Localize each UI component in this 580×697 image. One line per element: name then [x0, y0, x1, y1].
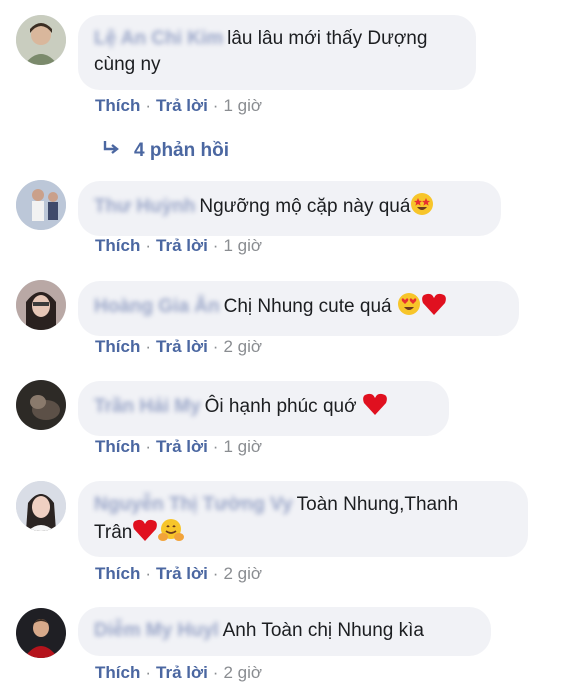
timestamp[interactable]: 1 giờ [223, 236, 262, 255]
heart-eyes-emoji [397, 292, 421, 324]
separator: · [212, 437, 219, 456]
separator: · [212, 236, 219, 255]
reply-link[interactable]: Trả lời [156, 236, 208, 255]
comment-text: Trân [94, 522, 133, 543]
comment-bubble: Hoàng Gia Ân Chị Nhung cute quá [78, 281, 519, 336]
reply-link[interactable]: Trả lời [156, 337, 208, 356]
commenter-name[interactable]: Diễm My Huyl [94, 620, 219, 641]
comment-text: Anh Toàn chị Nhung kìa [222, 620, 424, 641]
view-replies-link[interactable]: 4 phản hồi [102, 140, 229, 162]
comment-text: Ngưỡng mộ cặp này quá [199, 196, 411, 217]
red-heart-emoji [362, 392, 388, 424]
comment-actions: Thích · Trả lời · 2 giờ [95, 663, 262, 683]
avatar[interactable] [16, 15, 66, 65]
separator: · [145, 337, 152, 356]
timestamp[interactable]: 2 giờ [223, 337, 262, 356]
comment-actions: Thích · Trả lời · 1 giờ [95, 437, 262, 457]
comment-bubble: Nguyễn Thị Tường Vy Toàn Nhung,Thanh Trân [78, 481, 528, 557]
separator: · [212, 663, 219, 682]
hugging-face-emoji [158, 518, 185, 550]
timestamp[interactable]: 1 giờ [223, 437, 262, 456]
comment-bubble: Diễm My Huyl Anh Toàn chị Nhung kìa [78, 607, 491, 656]
timestamp[interactable]: 2 giờ [223, 564, 262, 583]
comment-actions: Thích · Trả lời · 2 giờ [95, 564, 262, 584]
reply-link[interactable]: Trả lời [156, 663, 208, 682]
like-link[interactable]: Thích [95, 663, 140, 682]
separator: · [212, 96, 219, 115]
separator: · [145, 437, 152, 456]
reply-link[interactable]: Trả lời [156, 564, 208, 583]
red-heart-emoji [132, 518, 158, 550]
like-link[interactable]: Thích [95, 437, 140, 456]
avatar[interactable] [16, 481, 66, 531]
reply-link[interactable]: Trả lời [156, 437, 208, 456]
comment-actions: Thích · Trả lời · 1 giờ [95, 236, 262, 256]
separator: · [145, 236, 152, 255]
commenter-name[interactable]: Hoàng Gia Ân [94, 296, 220, 317]
comment-text: Chị Nhung cute quá [223, 296, 392, 317]
comment-bubble: Lệ An Chi Kim lâu lâu mới thấy Dượng cùng… [78, 15, 476, 90]
reply-arrow-icon [102, 140, 120, 162]
like-link[interactable]: Thích [95, 96, 140, 115]
avatar[interactable] [16, 180, 66, 230]
avatar[interactable] [16, 608, 66, 658]
separator: · [212, 564, 219, 583]
comment-actions: Thích · Trả lời · 2 giờ [95, 337, 262, 357]
comment-bubble: Trần Hải My Ôi hạnh phúc quớ [78, 381, 449, 436]
red-heart-emoji [421, 292, 447, 324]
timestamp[interactable]: 2 giờ [223, 663, 262, 682]
commenter-name[interactable]: Nguyễn Thị Tường Vy [94, 494, 293, 515]
timestamp[interactable]: 1 giờ [223, 96, 262, 115]
comment-text: Toàn Nhung,Thanh [296, 494, 459, 515]
like-link[interactable]: Thích [95, 564, 140, 583]
avatar[interactable] [16, 380, 66, 430]
comment-actions: Thích · Trả lời · 1 giờ [95, 96, 262, 116]
separator: · [145, 663, 152, 682]
separator: · [145, 96, 152, 115]
separator: · [145, 564, 152, 583]
comment-text: Ôi hạnh phúc quớ [204, 396, 357, 417]
like-link[interactable]: Thích [95, 236, 140, 255]
like-link[interactable]: Thích [95, 337, 140, 356]
commenter-name[interactable]: Thư Huỳnh [94, 196, 195, 217]
commenter-name[interactable]: Trần Hải My [94, 396, 201, 417]
star-struck-emoji [410, 192, 434, 224]
separator: · [212, 337, 219, 356]
replies-count[interactable]: 4 phản hồi [134, 140, 229, 161]
comment-bubble: Thư Huỳnh Ngưỡng mộ cặp này quá [78, 181, 501, 236]
commenter-name[interactable]: Lệ An Chi Kim [94, 28, 223, 49]
avatar[interactable] [16, 280, 66, 330]
reply-link[interactable]: Trả lời [156, 96, 208, 115]
